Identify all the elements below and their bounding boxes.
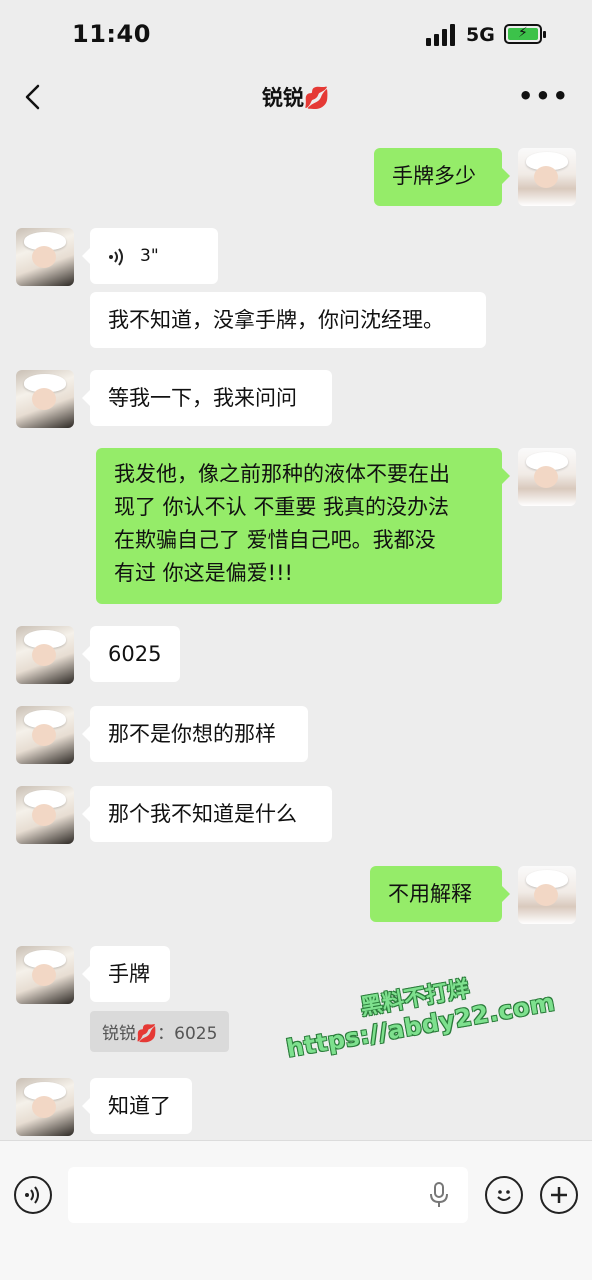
message-bubble-received[interactable]: 知道了 xyxy=(82,1078,192,1134)
message-bubble-received[interactable]: 6025 xyxy=(82,626,180,682)
my-avatar[interactable] xyxy=(518,866,576,924)
message-input[interactable] xyxy=(68,1167,468,1223)
message-line: 现了 你认不认 不重要 我真的没办法 xyxy=(114,495,450,519)
message-bubble-received[interactable]: 等我一下，我来问问 xyxy=(82,370,332,426)
microphone-icon[interactable] xyxy=(428,1181,450,1209)
voice-input-icon[interactable] xyxy=(14,1176,52,1214)
voice-message-bubble[interactable]: 3" xyxy=(82,228,218,284)
status-time: 11:40 xyxy=(72,20,151,48)
message-line: 在欺骗自己了 爱惜自己吧。我都没 xyxy=(114,528,436,552)
more-dots-icon[interactable]: ••• xyxy=(518,82,570,110)
contact-avatar[interactable] xyxy=(16,706,74,764)
contact-avatar[interactable] xyxy=(16,228,74,286)
message-line: 有过 你这是偏爱!!! xyxy=(114,561,293,585)
emoji-icon[interactable] xyxy=(485,1176,523,1214)
voice-wave-icon xyxy=(109,247,123,266)
network-type: 5G xyxy=(466,24,495,46)
message-bubble-received[interactable]: 那不是你想的那样 xyxy=(82,706,308,762)
quoted-message[interactable]: 锐锐💋：6025 xyxy=(90,1011,230,1052)
voice-duration: 3" xyxy=(140,246,159,266)
input-bar xyxy=(0,1140,592,1280)
plus-icon[interactable] xyxy=(540,1176,578,1214)
contact-avatar[interactable] xyxy=(16,1078,74,1136)
message-bubble-received[interactable]: 那个我不知道是什么 xyxy=(82,786,332,842)
my-avatar[interactable] xyxy=(518,448,576,506)
message-bubble-sent[interactable]: 我发他，像之前那种的液体不要在出 现了 你认不认 不重要 我真的没办法 在欺骗自… xyxy=(96,448,510,604)
contact-avatar[interactable] xyxy=(16,946,74,1004)
message-bubble-sent[interactable]: 不用解释 xyxy=(370,866,510,922)
message-bubble-received[interactable]: 我不知道，没拿手牌，你问沈经理。 xyxy=(90,292,486,348)
contact-avatar[interactable] xyxy=(16,370,74,428)
chat-header: 锐锐💋 ••• xyxy=(0,68,592,126)
message-bubble-sent[interactable]: 手牌多少 xyxy=(374,148,510,206)
message-line: 我发他，像之前那种的液体不要在出 xyxy=(114,462,450,486)
contact-avatar[interactable] xyxy=(16,626,74,684)
chat-title: 锐锐💋 xyxy=(261,86,331,110)
message-bubble-received[interactable]: 手牌 xyxy=(82,946,170,1002)
signal-strength-icon xyxy=(426,24,458,46)
status-bar: 11:40 5G ⚡ xyxy=(0,0,592,68)
my-avatar[interactable] xyxy=(518,148,576,206)
contact-avatar[interactable] xyxy=(16,786,74,844)
battery-charging-icon: ⚡ xyxy=(504,24,546,44)
